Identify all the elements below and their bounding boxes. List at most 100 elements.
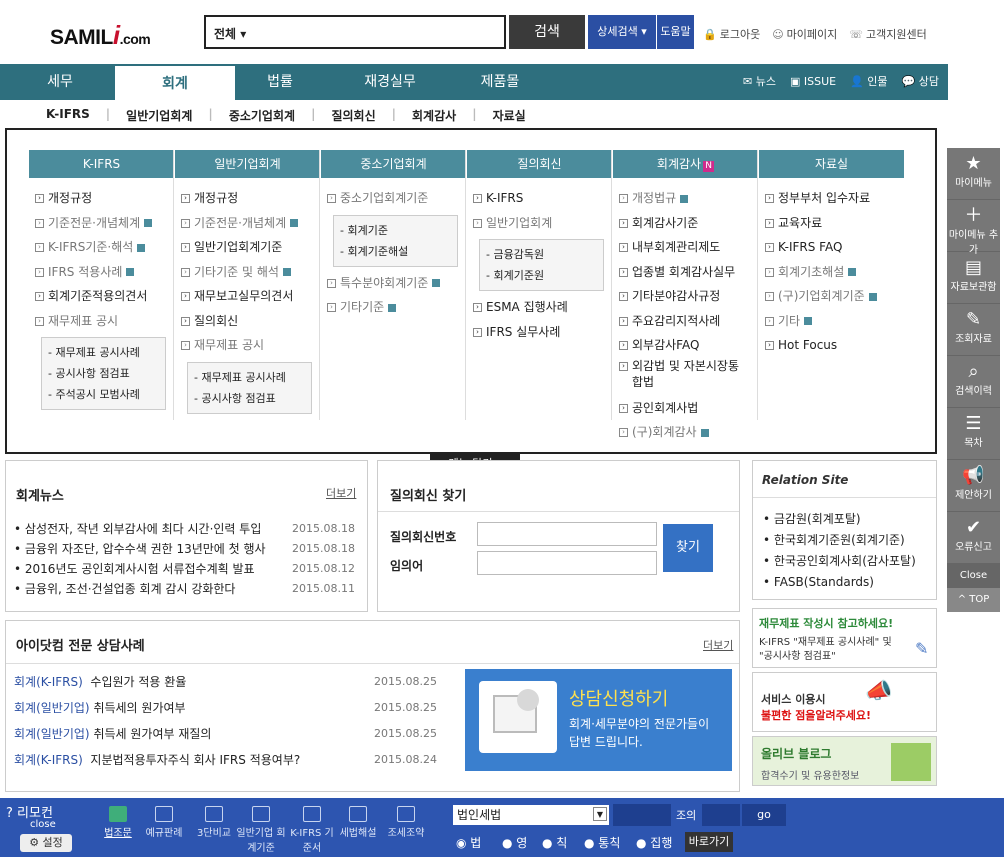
menu-item[interactable]: › 재무제표 공시	[175, 333, 320, 358]
go-button[interactable]: go	[742, 804, 786, 826]
menu-item[interactable]: › 정부부처 입수자료	[759, 186, 904, 211]
menu-item[interactable]: › (구)회계감사	[613, 420, 758, 445]
subnav-archive[interactable]: 자료실	[477, 107, 542, 124]
menu-header[interactable]: 일반기업회계	[175, 150, 320, 178]
menu-item[interactable]: › 기타기준 및 해석	[175, 260, 320, 285]
radio-enforcement[interactable]: ● 집행	[636, 834, 672, 851]
menu-item[interactable]: › 개정법규	[613, 186, 758, 211]
sidebar-add-my-menu[interactable]: ＋ 마이메뉴 추가	[947, 200, 1000, 256]
news-link[interactable]: ✉ 뉴스	[743, 64, 776, 100]
law-select[interactable]: 법인세법 ▼	[453, 805, 609, 825]
relation-link[interactable]: • 한국공인회계사회(감사포탈)	[763, 551, 916, 572]
logout-link[interactable]: 🔒 로그아웃	[703, 26, 760, 42]
tool-general-standards[interactable]: 일반기업 회계기준	[236, 806, 286, 854]
menu-header[interactable]: 회계감사 N	[613, 150, 758, 178]
scroll-top-button[interactable]: ^ TOP	[947, 588, 1000, 612]
news-item[interactable]: • 금융위, 조선·건설업종 회계 감시 강화한다 2015.08.11	[14, 579, 364, 599]
menu-item[interactable]: 합법	[613, 374, 758, 396]
menu-item[interactable]: › 내부회계관리제도	[613, 235, 758, 260]
menu-item[interactable]: › K-IFRS FAQ	[759, 235, 904, 260]
goto-button[interactable]: 바로가기	[685, 832, 733, 852]
sub-article-input[interactable]	[702, 804, 740, 826]
menu-subitem[interactable]: - 회계기준원	[486, 265, 597, 286]
tool-rulings[interactable]: 예규판례	[142, 806, 186, 839]
menu-item[interactable]: › 기준전문·개념체계	[175, 211, 320, 236]
menu-item[interactable]: › 특수분야회계기준	[321, 271, 466, 296]
article-input[interactable]	[613, 804, 671, 826]
menu-item[interactable]: › IFRS 실무사례	[467, 320, 612, 345]
consult-more-link[interactable]: 더보기	[703, 637, 733, 653]
keyword-input[interactable]	[477, 551, 657, 575]
menu-item[interactable]: › 회계감사기준	[613, 211, 758, 236]
sidebar-toc[interactable]: ☰ 목차	[947, 408, 1000, 460]
news-item[interactable]: • 2016년도 공인회계사시험 서류접수계획 발표 2015.08.12	[14, 559, 364, 579]
radio-rule[interactable]: ● 칙	[542, 834, 567, 851]
radio-decree[interactable]: ● 영	[502, 834, 527, 851]
subnav-audit[interactable]: 회계감사	[396, 107, 472, 124]
tab-shop[interactable]: 제품몰	[440, 64, 560, 100]
menu-subitem[interactable]: - 주석공시 모범사례	[48, 384, 159, 405]
sidebar-my-menu[interactable]: ★ 마이메뉴	[947, 148, 1000, 200]
ad-olive-blog[interactable]: 올리브 블로그 합격수기 및 유용한정보	[752, 736, 937, 786]
relation-link[interactable]: • FASB(Standards)	[763, 572, 916, 593]
menu-subitem[interactable]: - 공시사항 점검표	[48, 363, 159, 384]
menu-item[interactable]: › Hot Focus	[759, 333, 904, 358]
news-item[interactable]: • 삼성전자, 작년 외부감사에 최다 시간·인력 투입 2015.08.18	[14, 519, 364, 539]
ad-feedback[interactable]: 서비스 이용시 불편한 점을알려주세요! 📣	[752, 672, 937, 732]
menu-item[interactable]: › 공인회계사법	[613, 396, 758, 421]
menu-item[interactable]: › 기타	[759, 309, 904, 334]
advanced-search-button[interactable]: 상세검색 ▾	[588, 15, 656, 49]
menu-subitem[interactable]: - 공시사항 점검표	[194, 388, 305, 409]
menu-item[interactable]: › 주요감리지적사례	[613, 309, 758, 334]
menu-header[interactable]: 자료실	[759, 150, 904, 178]
news-item[interactable]: • 금융위 자조단, 압수수색 권한 13년만에 첫 행사 2015.08.18	[14, 539, 364, 559]
sidebar-viewed[interactable]: ✎ 조회자료	[947, 304, 1000, 356]
menu-item[interactable]: › K-IFRS기준·해석	[29, 235, 174, 260]
menu-item[interactable]: › 질의회신	[175, 309, 320, 334]
menu-subitem[interactable]: - 회계기준	[340, 220, 451, 241]
search-scope-select[interactable]: 전체 ▾	[214, 25, 246, 42]
subnav-general[interactable]: 일반기업회계	[110, 107, 208, 124]
sidebar-storage[interactable]: ▤ 자료보관함	[947, 252, 1000, 304]
tab-accounting[interactable]: 회계	[115, 64, 235, 102]
tab-finance[interactable]: 재경실무	[330, 64, 450, 100]
menu-item[interactable]: › 외감법 및 자본시장통	[613, 358, 758, 374]
remocon-close[interactable]: close	[30, 819, 56, 830]
consult-link[interactable]: 💬 상담	[902, 64, 939, 100]
menu-item[interactable]: › IFRS 적용사례	[29, 260, 174, 285]
tool-statute[interactable]: 법조문	[96, 806, 140, 839]
find-button[interactable]: 찾기	[663, 524, 713, 572]
menu-item[interactable]: › 회계기초해설	[759, 260, 904, 285]
consult-item[interactable]: 회계(일반기업) 취득세의 원가여부 2015.08.25	[14, 695, 464, 721]
menu-item[interactable]: › 기타분야감사규정	[613, 284, 758, 309]
tool-tax-commentary[interactable]: 세법해설	[336, 806, 380, 839]
subnav-qa[interactable]: 질의회신	[315, 107, 391, 124]
consult-item[interactable]: 회계(K-IFRS) 지분법적용투자주식 회사 IFRS 적용여부? 2015.0…	[14, 747, 464, 773]
search-button[interactable]: 검색	[509, 15, 585, 49]
consult-item[interactable]: 회계(일반기업) 취득세 원가여부 재질의 2015.08.25	[14, 721, 464, 747]
help-button[interactable]: 도움말	[657, 15, 694, 49]
menu-item[interactable]: › 기준전문·개념체계	[29, 211, 174, 236]
consult-request-banner[interactable]: 상담신청하기 회계·세무분야의 전문가들이 답변 드립니다.	[465, 669, 732, 771]
radio-circular[interactable]: ● 통칙	[584, 834, 620, 851]
qa-number-input[interactable]	[477, 522, 657, 546]
sidebar-suggest[interactable]: 📢 제안하기	[947, 460, 1000, 512]
menu-item[interactable]: › 교육자료	[759, 211, 904, 236]
menu-item[interactable]: › 외부감사FAQ	[613, 333, 758, 358]
people-link[interactable]: 👤 인물	[850, 64, 887, 100]
subnav-kifrs[interactable]: K-IFRS	[30, 107, 106, 124]
menu-item[interactable]: › (구)기업회계기준	[759, 284, 904, 309]
menu-item[interactable]: › 중소기업회계기준	[321, 186, 466, 211]
mypage-link[interactable]: ☺ 마이페이지	[772, 26, 837, 42]
menu-item[interactable]: › ESMA 집행사례	[467, 295, 612, 320]
news-more-link[interactable]: 더보기	[326, 485, 356, 501]
ad-financial-statements[interactable]: 재무제표 작성시 참고하세요! K-IFRS "재무제표 공시사례" 및 "공시…	[752, 608, 937, 668]
menu-item[interactable]: › 재무보고실무의견서	[175, 284, 320, 309]
settings-button[interactable]: ⚙ 설정	[20, 834, 72, 852]
menu-item[interactable]: › 개정규정	[29, 186, 174, 211]
menu-header[interactable]: 질의회신	[467, 150, 612, 178]
tab-tax[interactable]: 세무	[0, 64, 120, 100]
relation-link[interactable]: • 금감원(회계포탈)	[763, 509, 916, 530]
search-input[interactable]: 전체 ▾	[204, 15, 506, 49]
subnav-sme[interactable]: 중소기업회계	[213, 107, 311, 124]
